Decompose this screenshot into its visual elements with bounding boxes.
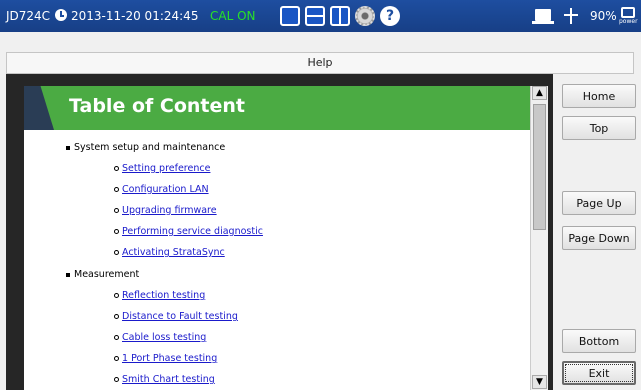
link-label[interactable]: Smith Chart testing [122,374,215,385]
split-horizontal-icon[interactable] [305,6,325,26]
datetime-label: 2013-11-20 01:24:45 [71,9,199,23]
help-title-bar: Help [6,52,634,74]
link-label[interactable]: Setting preference [122,163,210,174]
single-view-icon[interactable] [280,6,300,26]
battery-body [621,7,635,18]
section-heading: Measurement [66,269,139,280]
usb-icon [562,6,580,26]
toc-link[interactable]: 1 Port Phase testing [114,353,217,364]
section-label: System setup and maintenance [74,142,226,153]
circle-bullet-icon [114,229,119,234]
link-label[interactable]: Activating StrataSync [122,247,225,258]
circle-bullet-icon [114,208,119,213]
scrollbar[interactable]: ▲ ▼ [530,86,548,390]
toc-link[interactable]: Reflection testing [114,290,205,301]
split-vertical-icon[interactable] [330,6,350,26]
circle-bullet-icon [114,314,119,319]
section-label: Measurement [74,269,140,280]
circle-bullet-icon [114,377,119,382]
link-label[interactable]: Upgrading firmware [122,205,217,216]
page-up-button[interactable]: Page Up [562,191,636,215]
toc-title: Table of Content [69,95,245,117]
link-label[interactable]: Performing service diagnostic [122,226,263,237]
toc-link[interactable]: Cable loss testing [114,332,206,343]
help-icon[interactable]: ? [380,6,400,26]
exit-button[interactable]: Exit [562,361,636,385]
toc-link[interactable]: Activating StrataSync [114,247,225,258]
link-label[interactable]: 1 Port Phase testing [122,353,217,364]
toc-link[interactable]: Upgrading firmware [114,205,217,216]
circle-bullet-icon [114,356,119,361]
gear-icon[interactable] [355,6,375,26]
monitor-icon[interactable] [532,9,554,24]
banner-accent [24,86,54,130]
link-label[interactable]: Configuration LAN [122,184,209,195]
clock-icon [55,9,67,21]
circle-bullet-icon [114,293,119,298]
section-heading: System setup and maintenance [66,142,225,153]
battery-percent: 90% [590,9,617,23]
cal-status: CAL ON [210,9,256,23]
toc-banner: Table of Content [24,86,530,130]
link-label[interactable]: Cable loss testing [122,332,206,343]
toc-link[interactable]: Configuration LAN [114,184,209,195]
scroll-up-icon[interactable]: ▲ [532,86,547,100]
status-bar: JD724C 2013-11-20 01:24:45 CAL ON ? 90% … [0,0,641,32]
square-bullet-icon [66,272,70,277]
link-label[interactable]: Reflection testing [122,290,205,301]
scroll-thumb[interactable] [533,104,546,230]
bottom-button[interactable]: Bottom [562,329,636,353]
home-button[interactable]: Home [562,84,636,108]
power-label: power [619,18,638,25]
circle-bullet-icon [114,250,119,255]
help-content-panel: Table of Content System setup and mainte… [6,74,553,390]
toc-link[interactable]: Performing service diagnostic [114,226,263,237]
link-label[interactable]: Distance to Fault testing [122,311,238,322]
help-document: Table of Content System setup and mainte… [24,86,530,390]
scroll-down-icon[interactable]: ▼ [532,375,547,389]
model-label: JD724C [6,9,51,23]
square-bullet-icon [66,145,70,150]
top-button[interactable]: Top [562,116,636,140]
circle-bullet-icon [114,335,119,340]
circle-bullet-icon [114,187,119,192]
page-down-button[interactable]: Page Down [562,226,636,250]
toc-link[interactable]: Distance to Fault testing [114,311,238,322]
circle-bullet-icon [114,166,119,171]
power-icon: power [619,5,639,27]
toc-link[interactable]: Setting preference [114,163,210,174]
toc-link[interactable]: Smith Chart testing [114,374,215,385]
